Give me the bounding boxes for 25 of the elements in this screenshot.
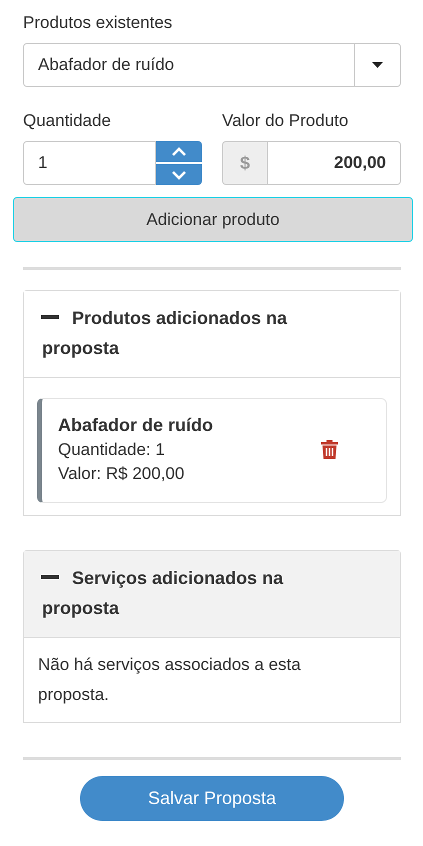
product-name: Abafador de ruído [58,415,214,436]
product-select[interactable]: Abafador de ruído [23,43,401,87]
product-value: Valor: R$ 200,00 [58,464,186,484]
field-label: Produtos existentes [23,13,174,33]
add-product-button[interactable]: Adicionar produto [13,197,413,242]
save-button[interactable]: Salvar Proposta [80,776,344,821]
increment-button[interactable] [156,141,202,162]
panel-title: Serviços adicionados na proposta [42,567,284,620]
panel-title: Produtos adicionados na proposta [42,307,288,360]
price-input[interactable]: 200,00 [267,141,401,185]
empty-message: Não há serviços associados a esta proposta. [38,654,302,706]
decrement-button[interactable] [156,164,202,185]
chevron-up-icon [171,146,187,156]
minus-icon [41,315,59,321]
field-label: Valor do Produto [222,111,350,131]
panel-header[interactable]: Serviços adicionados na proposta [24,551,400,638]
chevron-down-icon [171,170,187,180]
currency-prefix: $ [222,141,267,185]
quantity-input[interactable]: 1 [23,141,156,185]
field-label: Quantidade [23,111,112,131]
product-quantity: Quantidade: 1 [58,440,166,460]
panel-header[interactable]: Produtos adicionados na proposta [24,291,400,378]
minus-icon [41,575,59,581]
trash-icon [321,440,338,459]
caret-icon [372,62,383,68]
